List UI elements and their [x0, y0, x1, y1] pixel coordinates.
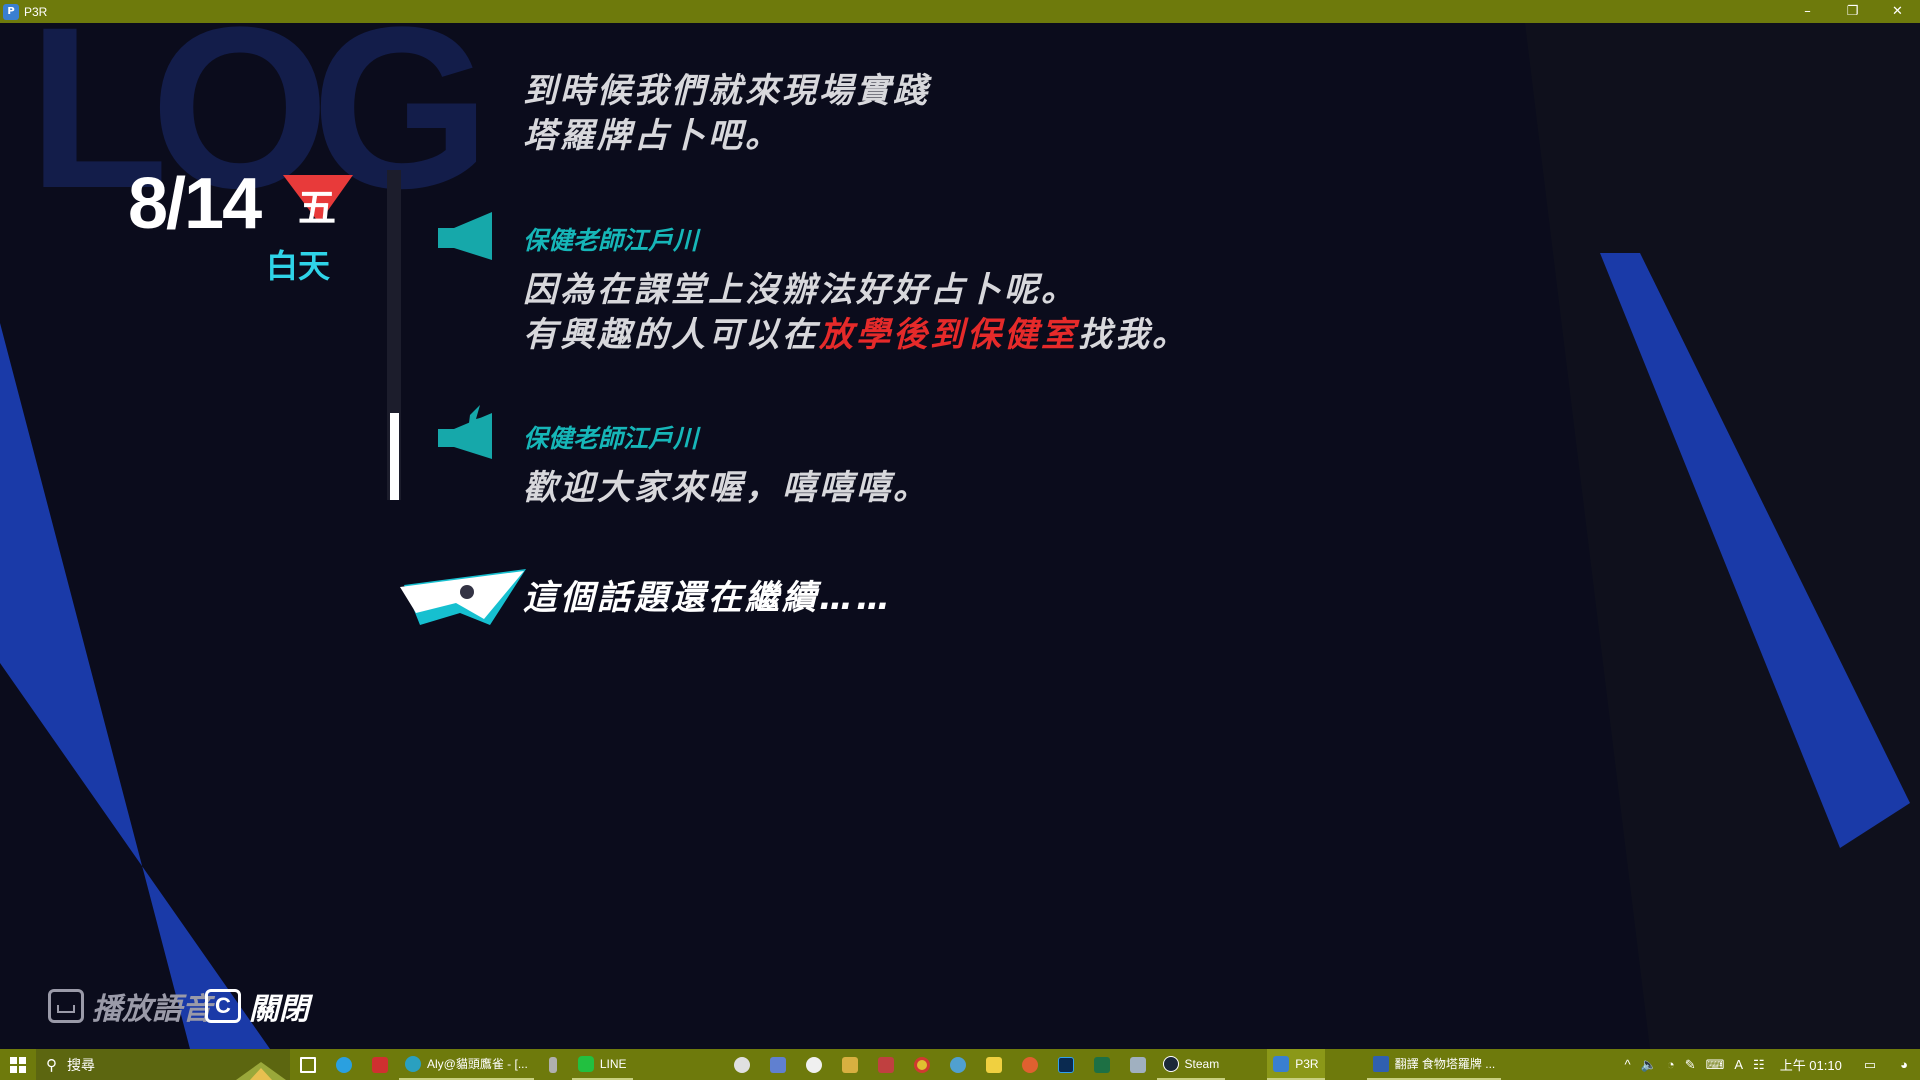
windows-logo-icon — [10, 1056, 26, 1073]
weekday-label: 五 — [297, 186, 336, 230]
search-placeholder: 搜尋 — [67, 1056, 95, 1073]
log-entry-3-speaker: 保健老師江戶川 — [523, 424, 699, 453]
log-entry-2-highlight: 放學後到保健室 — [819, 315, 1078, 355]
task-view-icon[interactable] — [290, 1049, 326, 1080]
line-icon — [577, 1055, 594, 1072]
taskbar-app-steam[interactable]: Steam — [1156, 1049, 1226, 1080]
pinned-app-icon-3[interactable] — [796, 1049, 832, 1080]
restore-button[interactable]: ❐ — [1830, 0, 1875, 23]
left-blue-stripe — [0, 323, 270, 1049]
photoshop-icon[interactable] — [1048, 1049, 1084, 1080]
window-titlebar: P P3R – ❐ ✕ — [0, 0, 1920, 23]
topic-continues-text: 這個話題還在繼續…… — [523, 578, 893, 618]
log-entry-3-line-1: 歡迎大家來喔，嘻嘻嘻。 — [523, 468, 930, 508]
log-entry-2-line-2-before: 有興趣的人可以在 — [523, 315, 819, 355]
file-explorer-icon[interactable] — [832, 1049, 868, 1080]
network-icon[interactable]: ◔ — [1662, 1049, 1680, 1080]
chrome-icon[interactable] — [904, 1049, 940, 1080]
taskbar-app-translate[interactable]: 翻譯 食物塔羅牌 ... — [1366, 1049, 1502, 1080]
time-of-day-label: 白天 — [266, 247, 331, 285]
game-viewport: LOG 8/14 五 白天 到時候我們就來現場實踐 塔羅牌占卜吧。 保健老師江戶… — [0, 23, 1920, 1049]
log-entry-1-line-1: 到時候我們就來現場實踐 — [523, 71, 930, 111]
steam-icon — [1162, 1055, 1179, 1072]
voice-replay-icon[interactable] — [434, 403, 500, 463]
volume-icon[interactable]: 🔈 — [1636, 1049, 1662, 1080]
pinned-app-icon-7[interactable] — [1012, 1049, 1048, 1080]
windows-taskbar: ⚲ 搜尋 Aly@貓頭鷹雀 - [... LINE Steam P3R 翻譯 食… — [0, 1049, 1920, 1080]
taskbar-app-edge-label: Aly@貓頭鷹雀 - [... — [427, 1057, 528, 1071]
usb-icon[interactable] — [535, 1049, 571, 1080]
taskbar-app-p3r[interactable]: P3R — [1267, 1049, 1325, 1080]
voice-replay-icon[interactable] — [434, 206, 500, 266]
log-entry-2-line-2-after: 找我。 — [1078, 315, 1189, 355]
pinned-app-icon-4[interactable] — [868, 1049, 904, 1080]
taskbar-clock[interactable]: 上午 01:10 — [1770, 1049, 1852, 1080]
log-scrollbar-thumb[interactable] — [390, 413, 399, 500]
close-label: 關閉 — [249, 992, 309, 1027]
close-button[interactable]: ✕ — [1875, 0, 1920, 23]
log-entry-1-line-2: 塔羅牌占卜吧。 — [523, 116, 782, 156]
ime-language-icon[interactable]: ☷ — [1748, 1049, 1770, 1080]
weekday-badge: 五 — [283, 175, 353, 230]
taskbar-app-edge[interactable]: Aly@貓頭鷹雀 - [... — [399, 1049, 534, 1080]
edge-icon — [405, 1055, 421, 1072]
date-value: 8/14 — [128, 164, 262, 244]
pinned-app-icon-5[interactable] — [940, 1049, 976, 1080]
taskbar-app-line-label: LINE — [599, 1056, 627, 1071]
play-voice-label: 播放語音 — [92, 992, 212, 1027]
play-voice-hint[interactable]: 播放語音 — [48, 986, 212, 1027]
c-key-icon: C — [205, 989, 241, 1023]
log-entry-2-line-2: 有興趣的人可以在放學後到保健室找我。 — [523, 313, 1189, 358]
log-entry-2-speaker: 保健老師江戶川 — [523, 226, 699, 255]
paper-plane-arrow-icon — [400, 569, 526, 625]
taskbar-app-translate-label: 翻譯 食物塔羅牌 ... — [1394, 1057, 1496, 1071]
space-key-icon — [48, 989, 84, 1023]
window-controls: – ❐ ✕ — [1785, 0, 1920, 23]
red-app-icon[interactable] — [362, 1049, 398, 1080]
excel-icon[interactable] — [1084, 1049, 1120, 1080]
pinned-app-icon-2[interactable] — [760, 1049, 796, 1080]
calendar-date: 8/14 五 白天 — [128, 163, 368, 285]
pinned-app-icon-6[interactable] — [976, 1049, 1012, 1080]
p3r-icon — [1273, 1055, 1290, 1072]
tray-overflow-chevron-icon[interactable]: ^ — [1620, 1049, 1636, 1080]
minimize-button[interactable]: – — [1785, 0, 1830, 23]
pinned-app-icon-1[interactable] — [724, 1049, 760, 1080]
search-highlight-illustration — [236, 1062, 286, 1080]
taskbar-app-line[interactable]: LINE — [571, 1049, 633, 1080]
system-tray: ^ 🔈 ◔ ✎ ⌨ A ☷ 上午 01:10 ▭ ◕ — [1620, 1049, 1920, 1080]
start-button[interactable] — [0, 1049, 36, 1080]
touch-keyboard-icon[interactable]: ⌨ — [1701, 1049, 1730, 1080]
pinned-app-icon-8[interactable] — [1120, 1049, 1156, 1080]
taskbar-search-box[interactable]: ⚲ 搜尋 — [36, 1049, 290, 1080]
copilot-icon[interactable]: ◕ — [1888, 1049, 1920, 1080]
p3r-app-icon: P — [3, 3, 19, 20]
ime-mode-indicator[interactable]: A — [1729, 1049, 1748, 1080]
taskbar-app-p3r-label: P3R — [1295, 1056, 1319, 1071]
taskbar-app-steam-label: Steam — [1184, 1056, 1220, 1071]
log-entry-2-line-1: 因為在課堂上沒辦法好好占卜呢。 — [523, 270, 1078, 310]
window-title: P3R — [24, 4, 48, 19]
close-hint[interactable]: C 關閉 — [205, 986, 309, 1027]
pen-icon[interactable]: ✎ — [1680, 1049, 1701, 1080]
telegram-icon[interactable] — [326, 1049, 362, 1080]
search-icon: ⚲ — [46, 1056, 57, 1074]
document-icon — [1372, 1055, 1389, 1072]
notification-center-icon[interactable]: ▭ — [1852, 1049, 1888, 1080]
